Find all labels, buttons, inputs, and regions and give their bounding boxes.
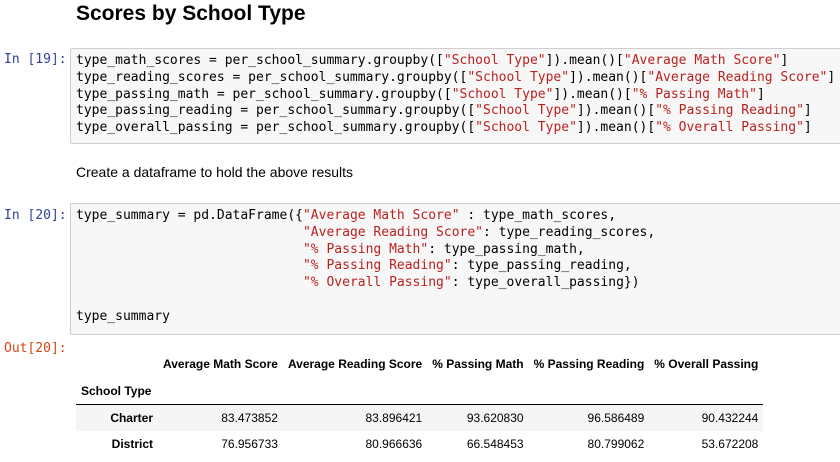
dataframe-table: Average Math Score Average Reading Score… — [76, 350, 764, 457]
column-header: Average Math Score — [163, 357, 278, 371]
column-header-row: Average Math Score Average Reading Score… — [76, 350, 763, 378]
section-heading: Scores by School Type — [76, 2, 306, 25]
code-editor-20[interactable]: type_summary = pd.DataFrame({"Average Ma… — [76, 208, 840, 326]
table-cell: 66.548453 — [466, 436, 524, 451]
notebook-page: Scores by School Type In [19]: type_math… — [0, 0, 840, 462]
table-row: District 76.956733 80.966636 66.548453 8… — [76, 431, 763, 457]
table-row: Charter 83.473852 83.896421 93.620830 96… — [76, 404, 764, 431]
output-prompt-20: Out[20]: — [4, 341, 67, 356]
markdown-text: Create a dataframe to hold the above res… — [76, 164, 354, 180]
table-cell: 76.956733 — [221, 436, 278, 451]
table-cell: 80.799062 — [587, 436, 645, 451]
table-cell: 53.672208 — [701, 436, 759, 451]
blank-corner — [76, 350, 158, 378]
table-cell: 90.432244 — [701, 410, 759, 425]
column-header: % Passing Math — [432, 357, 524, 371]
input-prompt-19: In [19]: — [4, 52, 67, 67]
code-cell-19[interactable]: type_math_scores = per_school_summary.gr… — [70, 48, 840, 144]
table-cell: 80.966636 — [365, 436, 423, 451]
table-cell: 96.586489 — [587, 410, 645, 425]
column-header: % Overall Passing — [654, 357, 759, 371]
row-index: Charter — [110, 410, 153, 425]
row-index: District — [111, 436, 153, 451]
code-editor-19[interactable]: type_math_scores = per_school_summary.gr… — [76, 53, 840, 137]
column-header: Average Reading Score — [287, 357, 423, 371]
table-cell: 93.620830 — [466, 410, 524, 425]
index-name: School Type — [76, 378, 158, 405]
table-cell: 83.473852 — [221, 410, 278, 425]
column-header: % Passing Reading — [533, 357, 645, 371]
code-cell-20[interactable]: type_summary = pd.DataFrame({"Average Ma… — [70, 203, 840, 335]
table-cell: 83.896421 — [365, 410, 423, 425]
input-prompt-20: In [20]: — [4, 208, 67, 223]
index-name-row: School Type — [76, 378, 764, 405]
